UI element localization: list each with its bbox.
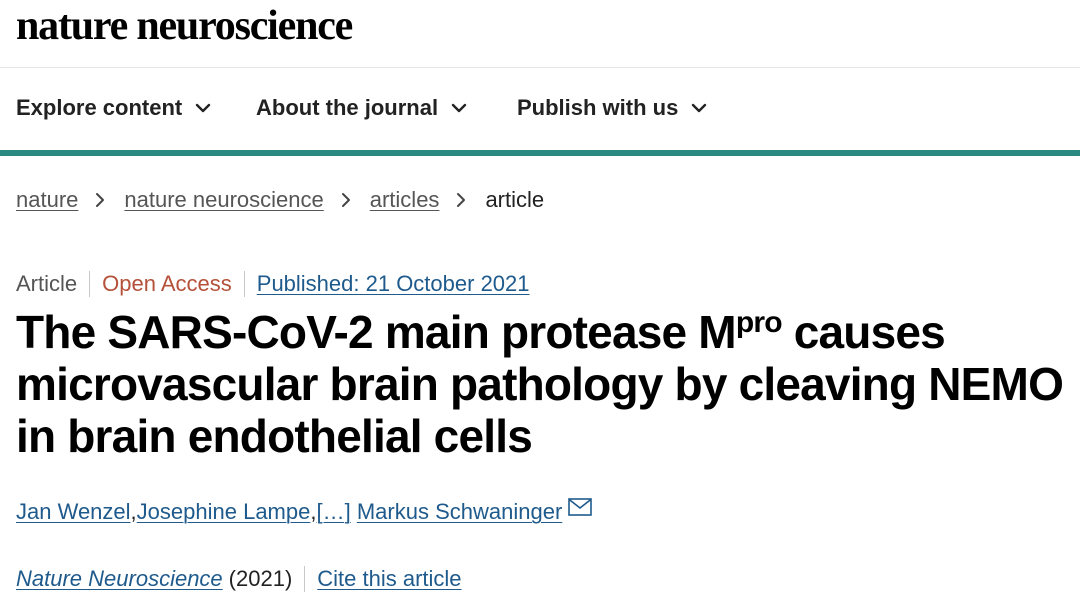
chevron-right-icon <box>453 188 469 207</box>
site-logo[interactable]: nature neuroscience <box>16 2 353 50</box>
journal-link[interactable]: Nature Neuroscience <box>16 566 223 592</box>
breadcrumb-link-journal[interactable]: nature neuroscience <box>124 187 323 213</box>
nav-about-the-journal[interactable]: About the journal <box>256 95 468 121</box>
chevron-right-icon <box>92 188 108 207</box>
nav-publish-with-us[interactable]: Publish with us <box>517 95 708 121</box>
breadcrumb: nature nature neuroscience articles arti… <box>16 187 544 213</box>
article-title: The SARS-CoV-2 main protease Mpro causes… <box>16 306 1076 462</box>
nav-label: Publish with us <box>517 95 679 120</box>
site-header: nature neuroscience <box>0 0 1080 68</box>
published-date-link[interactable]: Published: 21 October 2021 <box>245 271 530 297</box>
publication-year: (2021) <box>223 566 306 592</box>
chevron-right-icon <box>338 188 354 207</box>
breadcrumb-current: article <box>485 187 545 212</box>
nav-explore-content[interactable]: Explore content <box>16 95 212 121</box>
chevron-down-icon <box>690 99 708 117</box>
author-link[interactable]: Markus Schwaninger <box>357 499 562 525</box>
author-link[interactable]: Josephine Lampe <box>137 499 311 525</box>
citation-row: Nature Neuroscience (2021) Cite this art… <box>16 563 462 595</box>
title-superscript: pro <box>735 306 783 339</box>
article-meta: Article Open Access Published: 21 Octobe… <box>16 268 530 300</box>
chevron-down-icon <box>194 99 212 117</box>
article-type: Article <box>16 271 91 297</box>
title-text-start: The SARS-CoV-2 main protease M <box>16 306 737 358</box>
mail-icon[interactable] <box>568 498 593 516</box>
show-all-authors-button[interactable]: […] <box>316 499 350 525</box>
author-list: Jan Wenzel , Josephine Lampe , […] Marku… <box>16 498 593 525</box>
nav-label: About the journal <box>256 95 439 120</box>
breadcrumb-link-nature[interactable]: nature <box>16 187 78 213</box>
author-link[interactable]: Jan Wenzel <box>16 499 131 525</box>
chevron-down-icon <box>450 99 468 117</box>
breadcrumb-link-articles[interactable]: articles <box>370 187 440 213</box>
open-access-badge: Open Access <box>90 271 245 297</box>
cite-this-article-link[interactable]: Cite this article <box>305 566 461 592</box>
nav-label: Explore content <box>16 95 183 120</box>
main-nav: Explore content About the journal Publis… <box>0 68 1080 156</box>
